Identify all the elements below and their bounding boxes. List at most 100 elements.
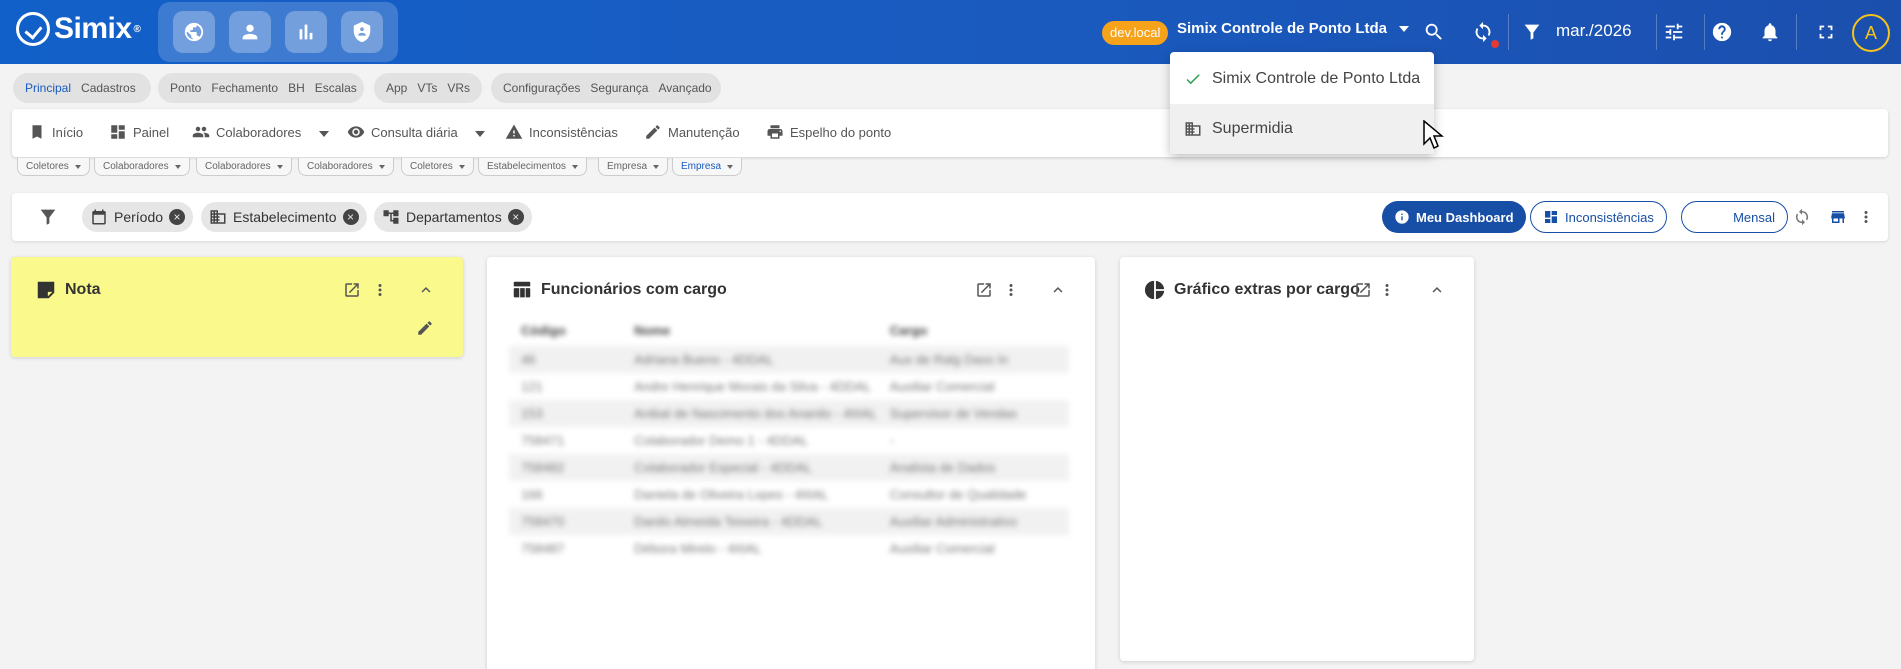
meu-dashboard-button[interactable]: Meu Dashboard [1382,201,1526,233]
refresh-dashboard-button[interactable] [1788,203,1816,231]
painel-button[interactable]: Painel [109,123,169,141]
edit-note-button[interactable] [414,317,436,339]
close-icon[interactable]: × [342,209,359,225]
open-external-button[interactable] [341,279,363,301]
menu-item-supermidia[interactable]: Supermidia [1170,104,1434,154]
note-icon [37,281,55,299]
filter-chip-departamentos[interactable]: Departamentos × [374,202,532,232]
colaboradores-button[interactable]: Colaboradores [192,123,301,141]
registered-mark: ® [133,23,141,35]
colaboradores-dropdown-caret[interactable] [319,131,329,137]
nav-item-vrs[interactable]: VRs [447,81,470,95]
card-menu-button[interactable] [1000,279,1022,301]
module-globe-button[interactable] [173,11,215,53]
bell-icon [1762,23,1778,42]
subchip-label: Coletores [410,161,453,172]
filter-bar: Período × Estabelecimento × Departamento… [12,193,1888,241]
table-cell: Anibal de Nascimento dos Ananilo - 4IIIA… [634,406,877,421]
table-row[interactable]: 153 Anibal de Nascimento dos Ananilo - 4I… [509,400,1069,427]
subchip-colaboradores-2[interactable]: Colaboradores [196,158,292,176]
simix-logo[interactable]: Simix ® [16,12,141,46]
more-vert-icon [1864,211,1868,223]
table-row[interactable]: 166 Daniela de Oliveira Lopes - 4IIIAL Con… [509,481,1069,508]
column-header[interactable]: Código [521,323,634,338]
chevron-up-icon [1432,287,1442,293]
filter-chip-estabelecimento[interactable]: Estabelecimento × [201,202,367,232]
espelho-ponto-button[interactable]: Espelho do ponto [766,123,891,141]
manutencao-button[interactable]: Manutenção [644,123,740,141]
subchip-coletores-2[interactable]: Coletores [401,158,474,176]
subchip-estabelecimentos[interactable]: Estabelecimentos [478,158,587,176]
module-chart-button[interactable] [285,11,327,53]
printer-icon [767,125,783,139]
search-button[interactable] [1420,18,1448,46]
inicio-button[interactable]: Início [28,123,83,141]
nav-item-app[interactable]: App [386,81,407,95]
table-row[interactable]: 758487 Débora Mirelo - 4IIIAL Auxiliar Com… [509,535,1069,562]
menu-item-simix[interactable]: Simix Controle de Ponto Ltda [1170,54,1434,104]
pencil-icon [418,321,432,335]
person-icon [242,24,258,40]
card-menu-button[interactable] [1376,279,1398,301]
user-avatar[interactable]: A [1852,14,1890,52]
inconsistencias-button[interactable]: Inconsistências [505,123,618,141]
manutencao-label: Manutenção [668,124,740,140]
consulta-diaria-button[interactable]: Consulta diária [347,123,458,141]
collapse-card-button[interactable] [1047,279,1069,301]
open-external-button[interactable] [973,279,995,301]
close-icon[interactable]: × [507,209,524,225]
subchip-coletores[interactable]: Coletores [17,158,90,176]
nav-item-principal[interactable]: Principal [25,81,71,95]
preferences-button[interactable] [1660,18,1688,46]
nav-item-avancado[interactable]: Avançado [658,81,711,95]
filter-chip-label: Estabelecimento [233,209,337,225]
table-row[interactable]: 758471 Colaborador Demo 1 - 4DDAL - [509,427,1069,454]
table-cell: 153 [521,406,543,421]
nav-item-escalas[interactable]: Escalas [315,81,357,95]
open-external-button[interactable] [1352,279,1374,301]
filter-toggle-button[interactable] [34,203,62,231]
collapse-card-button[interactable] [1426,279,1448,301]
notifications-button[interactable] [1756,18,1784,46]
period-selector[interactable]: mar./2026 [1556,21,1632,41]
nav-item-configuracoes[interactable]: Configurações [503,81,580,95]
more-options-button[interactable] [1852,203,1880,231]
nav-item-cadastros[interactable]: Cadastros [81,81,136,95]
column-header[interactable]: Cargo [890,323,1057,338]
nav-item-fechamento[interactable]: Fechamento [211,81,278,95]
table-row[interactable]: 121 Andre Henrique Morais da Silva - 4DDA… [509,373,1069,400]
filter-chip-periodo[interactable]: Período × [82,202,194,232]
table-row[interactable]: 758470 Danilo Almeida Teixeira - 4DDAL Aux… [509,508,1069,535]
table-row[interactable]: 758482 Colaborador Especial - 4DDAL Analis… [509,454,1069,481]
help-button[interactable] [1708,18,1736,46]
column-header[interactable]: Nome [634,323,890,338]
subchip-colaboradores[interactable]: Colaboradores [94,158,190,176]
inconsistencias-dashboard-button[interactable]: Inconsistências [1530,201,1667,233]
card-menu-button[interactable] [369,279,391,301]
company-selector[interactable]: Simix Controle de Ponto Ltda [1177,20,1410,37]
fullscreen-button[interactable] [1812,18,1840,46]
nav-item-bh[interactable]: BH [288,81,305,95]
nav-item-vts[interactable]: VTs [417,81,437,95]
nav-group-ponto: Ponto Fechamento BH Escalas [158,73,364,103]
nav-item-ponto[interactable]: Ponto [170,81,201,95]
subchip-empresa-active[interactable]: Empresa [672,158,743,176]
store-button[interactable] [1824,203,1852,231]
consulta-dropdown-caret[interactable] [475,131,485,137]
filter-icon [40,209,56,225]
inicio-label: Início [52,124,84,140]
table-header: Código Nome Cargo [509,317,1069,346]
filter-button[interactable] [1518,18,1546,46]
module-shield-button[interactable] [341,11,383,53]
mensal-dashboard-button[interactable]: Mensal [1681,201,1788,233]
subchip-colaboradores-3[interactable]: Colaboradores [298,158,394,176]
module-person-button[interactable] [229,11,271,53]
table-row[interactable]: 46 Adriana Bueno - 4DDAL Aux de Ralg Dass … [509,346,1069,373]
table-cell: 758487 [521,541,565,556]
close-icon[interactable]: × [169,209,186,225]
sync-button[interactable] [1469,18,1499,48]
nav-item-seguranca[interactable]: Segurança [590,81,648,95]
subchip-empresa[interactable]: Empresa [598,158,669,176]
top-bar: Simix ® dev.local Simix Controle de Ponto… [0,0,1901,64]
collapse-card-button[interactable] [415,279,437,301]
